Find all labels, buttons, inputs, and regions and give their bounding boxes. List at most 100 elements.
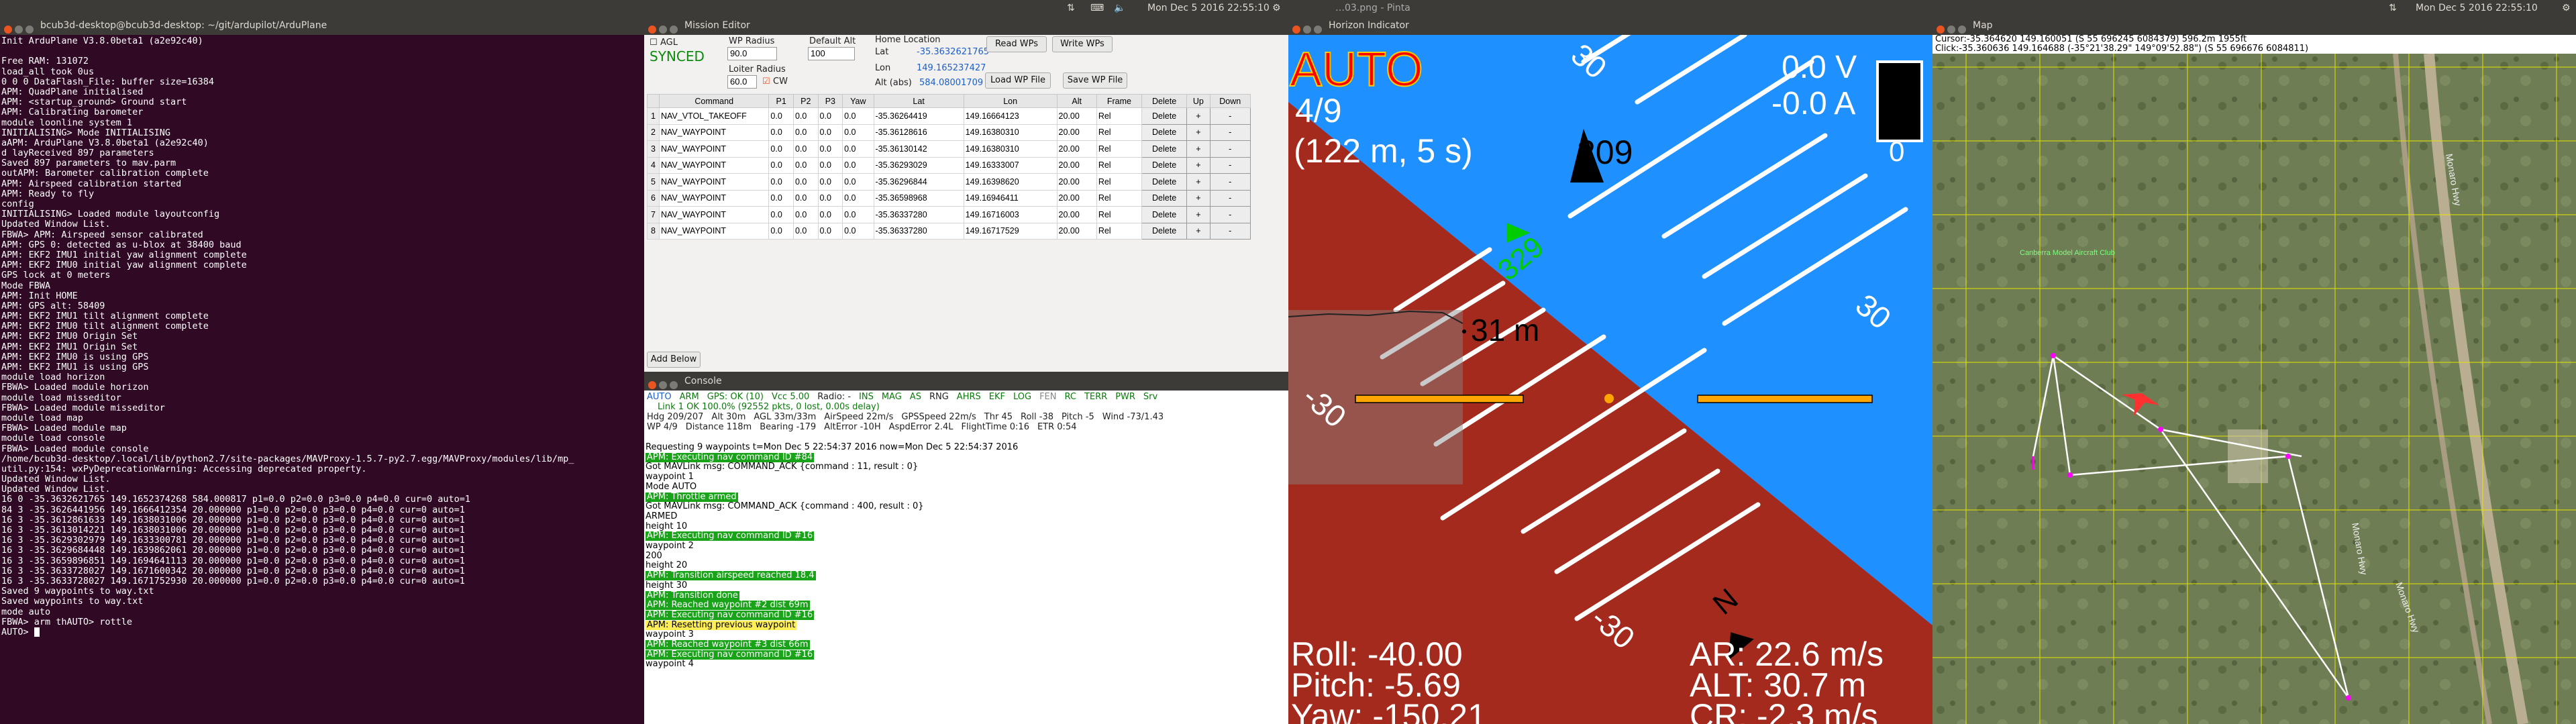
command-cell[interactable]: NAV_WAYPOINT bbox=[658, 123, 770, 141]
lon-cell[interactable]: 149.16664123 bbox=[963, 107, 1058, 125]
yaw-cell[interactable]: 0.0 bbox=[842, 173, 874, 191]
minimize-icon[interactable] bbox=[659, 381, 667, 389]
frame-cell[interactable]: Rel bbox=[1096, 206, 1143, 223]
down-button[interactable]: - bbox=[1209, 173, 1251, 191]
alt-cell[interactable]: 20.00 bbox=[1056, 173, 1097, 191]
yaw-cell[interactable]: 0.0 bbox=[842, 107, 874, 125]
lat-cell[interactable]: -35.36264419 bbox=[873, 107, 964, 125]
minimize-icon[interactable] bbox=[659, 25, 667, 34]
command-cell[interactable]: NAV_WAYPOINT bbox=[658, 189, 770, 207]
wp-radius-input[interactable]: 90.0 bbox=[727, 47, 777, 60]
waypoint-row[interactable]: 5 NAV_WAYPOINT 0.0 0.0 0.0 0.0 -35.36296844 149… bbox=[647, 173, 1251, 191]
lon-cell[interactable]: 149.16398620 bbox=[963, 173, 1058, 191]
delete-button[interactable]: Delete bbox=[1141, 189, 1188, 207]
clock-left[interactable]: Mon Dec 5 2016 22:55:10 bbox=[1147, 3, 1270, 13]
up-button[interactable]: + bbox=[1186, 222, 1210, 240]
p1-cell[interactable]: 0.0 bbox=[768, 173, 794, 191]
maximize-icon[interactable] bbox=[1958, 25, 1966, 34]
alt-cell[interactable]: 20.00 bbox=[1056, 189, 1097, 207]
close-icon[interactable] bbox=[648, 25, 656, 34]
column-header[interactable]: Yaw bbox=[842, 94, 874, 108]
p2-cell[interactable]: 0.0 bbox=[792, 206, 819, 223]
alt-cell[interactable]: 20.00 bbox=[1056, 123, 1097, 141]
waypoint-row[interactable]: 7 NAV_WAYPOINT 0.0 0.0 0.0 0.0 -35.36337280 149… bbox=[647, 206, 1251, 223]
p1-cell[interactable]: 0.0 bbox=[768, 189, 794, 207]
save-wp-file-button[interactable]: Save WP File bbox=[1063, 72, 1127, 89]
frame-cell[interactable]: Rel bbox=[1096, 156, 1143, 174]
delete-button[interactable]: Delete bbox=[1141, 156, 1188, 174]
row-number[interactable]: 4 bbox=[647, 156, 660, 174]
down-button[interactable]: - bbox=[1209, 222, 1251, 240]
maximize-icon[interactable] bbox=[670, 25, 678, 34]
lat-cell[interactable]: -35.36128616 bbox=[873, 123, 964, 141]
network-icon[interactable]: ⇅ bbox=[1067, 3, 1075, 13]
waypoint-row[interactable]: 2 NAV_WAYPOINT 0.0 0.0 0.0 0.0 -35.36128616 149… bbox=[647, 123, 1251, 141]
frame-cell[interactable]: Rel bbox=[1096, 222, 1143, 240]
delete-button[interactable]: Delete bbox=[1141, 140, 1188, 158]
column-header[interactable]: Command bbox=[658, 94, 770, 108]
delete-button[interactable]: Delete bbox=[1141, 123, 1188, 141]
read-wps-button[interactable]: Read WPs bbox=[986, 36, 1047, 52]
horizon-indicator-window[interactable]: Horizon Indicator AUTO 4/9 (122 m, 5 s) … bbox=[1288, 16, 1933, 724]
row-number[interactable]: 5 bbox=[647, 173, 660, 191]
row-number[interactable]: 3 bbox=[647, 140, 660, 158]
terminal-output[interactable]: Init ArduPlane V3.8.0beta1 (a2e92c40) Fre… bbox=[1, 36, 644, 724]
mission-editor-window[interactable]: Mission Editor ☐ AGL SYNCED WP Radius 90… bbox=[644, 16, 1288, 372]
column-header[interactable]: P2 bbox=[792, 94, 819, 108]
command-cell[interactable]: NAV_WAYPOINT bbox=[658, 156, 770, 174]
yaw-cell[interactable]: 0.0 bbox=[842, 222, 874, 240]
delete-button[interactable]: Delete bbox=[1141, 107, 1188, 125]
lon-cell[interactable]: 149.16716003 bbox=[963, 206, 1058, 223]
close-icon[interactable] bbox=[4, 25, 12, 34]
alt-cell[interactable]: 20.00 bbox=[1056, 140, 1097, 158]
p3-cell[interactable]: 0.0 bbox=[817, 222, 843, 240]
p1-cell[interactable]: 0.0 bbox=[768, 140, 794, 158]
column-header[interactable]: Frame bbox=[1096, 94, 1143, 108]
waypoint-row[interactable]: 8 NAV_WAYPOINT 0.0 0.0 0.0 0.0 -35.36337280 149… bbox=[647, 222, 1251, 240]
column-header[interactable]: Lat bbox=[873, 94, 964, 108]
p3-cell[interactable]: 0.0 bbox=[817, 156, 843, 174]
lon-cell[interactable]: 149.16717529 bbox=[963, 222, 1058, 240]
volume-icon[interactable]: 🔈 bbox=[1114, 3, 1125, 13]
lon-cell[interactable]: 149.16380310 bbox=[963, 140, 1058, 158]
row-number[interactable]: 1 bbox=[647, 107, 660, 125]
column-header[interactable]: P3 bbox=[817, 94, 843, 108]
lat-cell[interactable]: -35.36598968 bbox=[873, 189, 964, 207]
frame-cell[interactable]: Rel bbox=[1096, 123, 1143, 141]
minimize-icon[interactable] bbox=[1947, 25, 1955, 34]
p1-cell[interactable]: 0.0 bbox=[768, 123, 794, 141]
up-button[interactable]: + bbox=[1186, 140, 1210, 158]
clock-right[interactable]: Mon Dec 5 2016 22:55:10 bbox=[2416, 3, 2538, 13]
yaw-cell[interactable]: 0.0 bbox=[842, 140, 874, 158]
lat-cell[interactable]: -35.36296844 bbox=[873, 173, 964, 191]
minimize-icon[interactable] bbox=[15, 25, 23, 34]
map-window[interactable]: Map Cursor:-35.364620 149.160051 (S 55 6… bbox=[1933, 16, 2576, 724]
waypoint-row[interactable]: 6 NAV_WAYPOINT 0.0 0.0 0.0 0.0 -35.36598968 149… bbox=[647, 189, 1251, 207]
settings-gear-icon[interactable]: ⚙ bbox=[1272, 3, 1281, 13]
command-cell[interactable]: NAV_WAYPOINT bbox=[658, 206, 770, 223]
default-alt-input[interactable]: 100 bbox=[808, 47, 855, 60]
down-button[interactable]: - bbox=[1209, 140, 1251, 158]
alt-cell[interactable]: 20.00 bbox=[1056, 156, 1097, 174]
command-cell[interactable]: NAV_VTOL_TAKEOFF bbox=[658, 107, 770, 125]
agl-checkbox[interactable]: ☐ bbox=[650, 38, 658, 48]
p2-cell[interactable]: 0.0 bbox=[792, 107, 819, 125]
p1-cell[interactable]: 0.0 bbox=[768, 206, 794, 223]
yaw-cell[interactable]: 0.0 bbox=[842, 189, 874, 207]
loiter-radius-input[interactable]: 60.0 bbox=[727, 75, 757, 89]
column-header[interactable]: Alt bbox=[1056, 94, 1097, 108]
p3-cell[interactable]: 0.0 bbox=[817, 123, 843, 141]
up-button[interactable]: + bbox=[1186, 107, 1210, 125]
lon-cell[interactable]: 149.16333007 bbox=[963, 156, 1058, 174]
frame-cell[interactable]: Rel bbox=[1096, 173, 1143, 191]
terminal-window[interactable]: bcub3d-desktop@bcub3d-desktop: ~/git/ard… bbox=[0, 16, 644, 724]
minimize-icon[interactable] bbox=[1303, 25, 1311, 34]
load-wp-file-button[interactable]: Load WP File bbox=[985, 72, 1051, 89]
down-button[interactable]: - bbox=[1209, 206, 1251, 223]
lat-cell[interactable]: -35.36130142 bbox=[873, 140, 964, 158]
column-header[interactable]: P1 bbox=[768, 94, 794, 108]
keyboard-icon[interactable]: ⌨ bbox=[1090, 3, 1104, 13]
p2-cell[interactable]: 0.0 bbox=[792, 156, 819, 174]
p2-cell[interactable]: 0.0 bbox=[792, 140, 819, 158]
alt-cell[interactable]: 20.00 bbox=[1056, 107, 1097, 125]
